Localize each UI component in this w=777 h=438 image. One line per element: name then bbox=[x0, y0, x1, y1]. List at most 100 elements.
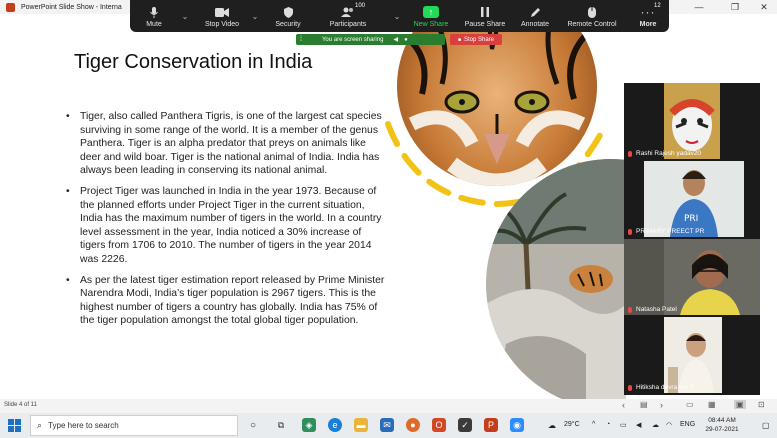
stop-video-button[interactable]: Stop Video bbox=[202, 0, 242, 32]
previous-slide-icon[interactable]: ‹ bbox=[622, 400, 625, 410]
screen-sharing-banner: ⁞ You are screen sharing ◀ ● bbox=[296, 34, 445, 45]
powerpoint-taskbar-icon[interactable]: P bbox=[484, 418, 498, 432]
search-icon: ⌕ bbox=[37, 420, 43, 430]
participant-name: Hitiksha devra std 2 bbox=[628, 384, 693, 391]
sharing-status: You are screen sharing bbox=[321, 36, 384, 43]
participants-icon bbox=[340, 6, 356, 18]
windows-start-icon[interactable] bbox=[8, 419, 21, 432]
tiger-rocks-image bbox=[486, 159, 626, 399]
windows-taskbar: ⌕ Type here to search ○ ⧉ ◈ e ▬ ✉ ● O ✓ … bbox=[0, 413, 777, 438]
video-icon bbox=[214, 6, 230, 18]
slide-title: Tiger Conservation in India bbox=[74, 51, 313, 73]
participant-tile[interactable]: Rashi Rajesh yadav20 bbox=[624, 83, 760, 159]
participant-gallery: Rashi Rajesh yadav20 PRI PRIMARY PREECT … bbox=[624, 83, 760, 395]
mute-label: Mute bbox=[146, 21, 162, 28]
participant-tile[interactable]: Natasha Patel bbox=[624, 239, 760, 315]
restore-button[interactable]: ❒ bbox=[722, 0, 748, 14]
bullet-item: As per the latest tiger estimation repor… bbox=[66, 274, 386, 328]
search-placeholder: Type here to search bbox=[48, 421, 119, 430]
next-slide-icon[interactable]: › bbox=[660, 400, 663, 410]
clock-date: 29-07-2021 bbox=[705, 426, 739, 433]
taskbar-clock[interactable]: 08:44 AM 29-07-2021 bbox=[700, 416, 744, 434]
office-icon[interactable]: O bbox=[432, 418, 446, 432]
firefox-icon[interactable]: ● bbox=[406, 418, 420, 432]
stop-icon: ■ bbox=[457, 36, 461, 43]
participant-video bbox=[664, 83, 720, 159]
slide-counter: Slide 4 of 11 bbox=[4, 402, 37, 408]
new-share-label: New Share bbox=[413, 21, 449, 28]
speaker-icon[interactable]: ◀ bbox=[393, 36, 398, 43]
participants-button[interactable]: 100 Participants bbox=[326, 0, 370, 32]
mouse-icon bbox=[584, 6, 600, 18]
security-button[interactable]: Security bbox=[270, 0, 306, 32]
stop-video-label: Stop Video bbox=[204, 21, 240, 28]
normal-view-icon[interactable]: ▭ bbox=[686, 400, 694, 409]
cortana-icon[interactable]: ○ bbox=[246, 418, 260, 432]
participant-name: Rashi Rajesh yadav20 bbox=[628, 150, 701, 157]
participants-label: Participants bbox=[329, 21, 367, 28]
security-app-icon[interactable]: ◈ bbox=[302, 418, 316, 432]
pause-share-button[interactable]: Pause Share bbox=[464, 0, 506, 32]
mute-options-caret[interactable]: ⌄ bbox=[180, 0, 190, 32]
stop-share-button[interactable]: ■ Stop Share bbox=[450, 34, 502, 45]
weather-icon[interactable]: ☁ bbox=[548, 421, 556, 430]
onedrive-icon[interactable]: ☁ bbox=[652, 421, 659, 429]
minimize-button[interactable]: — bbox=[686, 0, 712, 14]
slide-sorter-icon[interactable]: ▦ bbox=[708, 400, 716, 409]
participant-video bbox=[624, 239, 760, 315]
file-explorer-icon[interactable]: ▬ bbox=[354, 418, 368, 432]
zoom-toolbar: Mute ⌄ Stop Video ⌄ Security 100 Partici… bbox=[130, 0, 669, 32]
slideshow-view-icon[interactable]: ⊡ bbox=[758, 400, 765, 409]
more-count: 12 bbox=[654, 3, 661, 9]
annotate-button[interactable]: Annotate bbox=[516, 0, 554, 32]
powerpoint-icon bbox=[6, 2, 15, 12]
window-title: PowerPoint Slide Show - Interna bbox=[21, 3, 122, 11]
more-label: More bbox=[639, 21, 657, 28]
weather-temperature[interactable]: 29°C bbox=[564, 421, 580, 428]
participant-name: PRIMARY PREECT PR bbox=[628, 228, 704, 235]
wifi-icon[interactable]: ◠ bbox=[666, 421, 672, 429]
muted-mic-icon bbox=[628, 306, 632, 313]
participant-tile[interactable]: Hitiksha devra std 2 bbox=[624, 317, 760, 393]
pause-share-label: Pause Share bbox=[464, 21, 506, 28]
share-arrow-icon: ↑ bbox=[423, 6, 439, 18]
participant-name: Natasha Patel bbox=[628, 306, 677, 313]
more-button[interactable]: ··· 12 More bbox=[634, 0, 662, 32]
participants-count: 100 bbox=[355, 3, 366, 9]
shield-icon bbox=[280, 6, 296, 18]
drag-handle-icon[interactable]: ⁞ bbox=[300, 36, 302, 43]
remote-control-label: Remote Control bbox=[567, 21, 617, 28]
language-indicator[interactable]: ENG bbox=[680, 421, 695, 428]
muted-mic-icon bbox=[628, 150, 632, 157]
zoom-taskbar-icon[interactable]: ◉ bbox=[510, 418, 524, 432]
notifications-icon[interactable]: ▢ bbox=[762, 421, 770, 430]
slideshow-statusbar: Slide 4 of 11 ‹ ▤ › ▭ ▦ ▣ ⊡ bbox=[0, 399, 777, 413]
tray-expand-icon[interactable]: ^ bbox=[592, 421, 595, 428]
slide-menu-icon[interactable]: ▤ bbox=[640, 400, 648, 409]
svg-text:PRI: PRI bbox=[684, 214, 698, 224]
taskbar-search-input[interactable]: ⌕ Type here to search bbox=[30, 415, 238, 436]
video-options-caret[interactable]: ⌄ bbox=[250, 0, 260, 32]
reading-view-icon[interactable]: ▣ bbox=[734, 400, 746, 409]
close-button[interactable]: ✕ bbox=[751, 0, 777, 14]
bullet-item: Project Tiger was launched in India in t… bbox=[66, 185, 386, 267]
shield-check-icon[interactable]: ● bbox=[404, 37, 408, 43]
mail-icon[interactable]: ✉ bbox=[380, 418, 394, 432]
battery-icon[interactable]: ▭ bbox=[620, 421, 627, 429]
mic-icon bbox=[146, 6, 162, 18]
remote-control-button[interactable]: Remote Control bbox=[564, 0, 620, 32]
participant-tile[interactable]: PRI PRIMARY PREECT PR bbox=[624, 161, 760, 237]
participant-video: PRI bbox=[644, 161, 744, 237]
pause-icon bbox=[477, 6, 493, 18]
network-icon[interactable]: ◔ bbox=[606, 421, 610, 428]
new-share-button[interactable]: ↑ New Share bbox=[410, 0, 452, 32]
checklist-app-icon[interactable]: ✓ bbox=[458, 418, 472, 432]
volume-icon[interactable]: ◀ bbox=[636, 421, 641, 429]
muted-mic-icon bbox=[628, 384, 632, 391]
edge-icon[interactable]: e bbox=[328, 418, 342, 432]
slide: Tiger Conservation in India Tiger, also … bbox=[46, 14, 626, 399]
task-view-icon[interactable]: ⧉ bbox=[274, 418, 288, 432]
mute-button[interactable]: Mute bbox=[138, 0, 170, 32]
participant-video bbox=[664, 317, 722, 393]
participants-options-caret[interactable]: ⌄ bbox=[392, 0, 402, 32]
